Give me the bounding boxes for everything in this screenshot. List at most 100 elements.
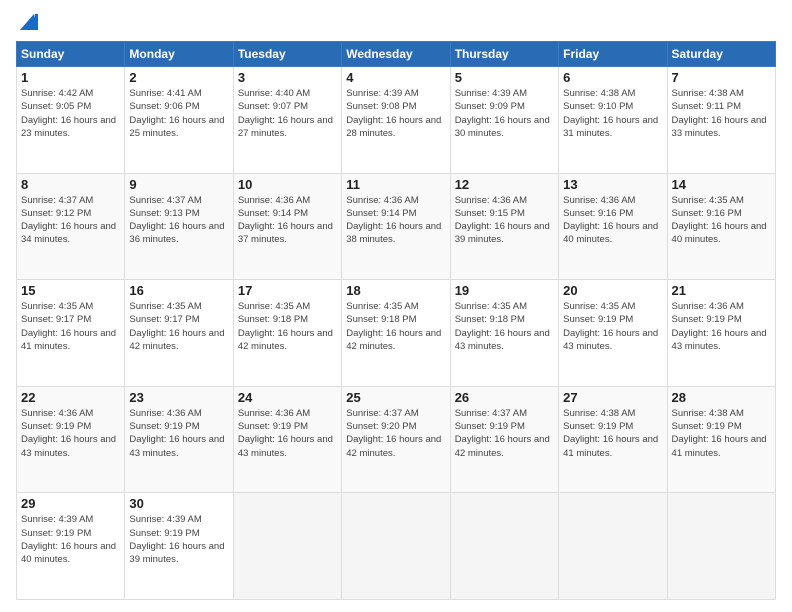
day-number: 23 bbox=[129, 390, 228, 405]
table-row: 18 Sunrise: 4:35 AM Sunset: 9:18 PM Dayl… bbox=[342, 280, 450, 387]
day-info: Sunrise: 4:36 AM Sunset: 9:19 PM Dayligh… bbox=[238, 407, 337, 460]
sunrise-label: Sunrise: 4:35 AM bbox=[21, 301, 93, 312]
sunset-label: Sunset: 9:15 PM bbox=[455, 208, 525, 219]
daylight-label: Daylight: 16 hours and 43 minutes. bbox=[21, 434, 116, 458]
day-number: 6 bbox=[563, 70, 662, 85]
day-info: Sunrise: 4:35 AM Sunset: 9:18 PM Dayligh… bbox=[455, 300, 554, 353]
sunset-label: Sunset: 9:20 PM bbox=[346, 421, 416, 432]
calendar-week-row: 1 Sunrise: 4:42 AM Sunset: 9:05 PM Dayli… bbox=[17, 67, 776, 174]
sunset-label: Sunset: 9:18 PM bbox=[346, 314, 416, 325]
day-info: Sunrise: 4:40 AM Sunset: 9:07 PM Dayligh… bbox=[238, 87, 337, 140]
sunset-label: Sunset: 9:19 PM bbox=[455, 421, 525, 432]
daylight-label: Daylight: 16 hours and 40 minutes. bbox=[21, 541, 116, 565]
daylight-label: Daylight: 16 hours and 25 minutes. bbox=[129, 115, 224, 139]
day-info: Sunrise: 4:38 AM Sunset: 9:19 PM Dayligh… bbox=[672, 407, 771, 460]
sunset-label: Sunset: 9:09 PM bbox=[455, 101, 525, 112]
sunrise-label: Sunrise: 4:36 AM bbox=[21, 408, 93, 419]
day-number: 11 bbox=[346, 177, 445, 192]
sunset-label: Sunset: 9:19 PM bbox=[672, 421, 742, 432]
day-info: Sunrise: 4:36 AM Sunset: 9:14 PM Dayligh… bbox=[346, 194, 445, 247]
sunrise-label: Sunrise: 4:35 AM bbox=[455, 301, 527, 312]
table-row: 23 Sunrise: 4:36 AM Sunset: 9:19 PM Dayl… bbox=[125, 386, 233, 493]
day-info: Sunrise: 4:42 AM Sunset: 9:05 PM Dayligh… bbox=[21, 87, 120, 140]
table-row: 30 Sunrise: 4:39 AM Sunset: 9:19 PM Dayl… bbox=[125, 493, 233, 600]
sunrise-label: Sunrise: 4:35 AM bbox=[238, 301, 310, 312]
daylight-label: Daylight: 16 hours and 39 minutes. bbox=[129, 541, 224, 565]
sunrise-label: Sunrise: 4:42 AM bbox=[21, 88, 93, 99]
calendar-table: Sunday Monday Tuesday Wednesday Thursday… bbox=[16, 41, 776, 600]
sunrise-label: Sunrise: 4:38 AM bbox=[563, 88, 635, 99]
sunset-label: Sunset: 9:19 PM bbox=[129, 421, 199, 432]
daylight-label: Daylight: 16 hours and 34 minutes. bbox=[21, 221, 116, 245]
day-number: 25 bbox=[346, 390, 445, 405]
day-info: Sunrise: 4:36 AM Sunset: 9:16 PM Dayligh… bbox=[563, 194, 662, 247]
sunset-label: Sunset: 9:16 PM bbox=[672, 208, 742, 219]
sunrise-label: Sunrise: 4:35 AM bbox=[346, 301, 418, 312]
sunset-label: Sunset: 9:19 PM bbox=[238, 421, 308, 432]
sunset-label: Sunset: 9:11 PM bbox=[672, 101, 742, 112]
sunrise-label: Sunrise: 4:36 AM bbox=[238, 195, 310, 206]
day-number: 2 bbox=[129, 70, 228, 85]
daylight-label: Daylight: 16 hours and 38 minutes. bbox=[346, 221, 441, 245]
sunset-label: Sunset: 9:07 PM bbox=[238, 101, 308, 112]
day-info: Sunrise: 4:35 AM Sunset: 9:17 PM Dayligh… bbox=[21, 300, 120, 353]
sunset-label: Sunset: 9:16 PM bbox=[563, 208, 633, 219]
day-info: Sunrise: 4:39 AM Sunset: 9:09 PM Dayligh… bbox=[455, 87, 554, 140]
day-number: 14 bbox=[672, 177, 771, 192]
daylight-label: Daylight: 16 hours and 41 minutes. bbox=[672, 434, 767, 458]
col-friday: Friday bbox=[559, 42, 667, 67]
daylight-label: Daylight: 16 hours and 42 minutes. bbox=[129, 328, 224, 352]
table-row: 19 Sunrise: 4:35 AM Sunset: 9:18 PM Dayl… bbox=[450, 280, 558, 387]
day-number: 15 bbox=[21, 283, 120, 298]
col-sunday: Sunday bbox=[17, 42, 125, 67]
day-number: 3 bbox=[238, 70, 337, 85]
day-number: 4 bbox=[346, 70, 445, 85]
daylight-label: Daylight: 16 hours and 43 minutes. bbox=[672, 328, 767, 352]
col-thursday: Thursday bbox=[450, 42, 558, 67]
sunrise-label: Sunrise: 4:38 AM bbox=[672, 408, 744, 419]
sunrise-label: Sunrise: 4:37 AM bbox=[346, 408, 418, 419]
sunrise-label: Sunrise: 4:36 AM bbox=[672, 301, 744, 312]
daylight-label: Daylight: 16 hours and 40 minutes. bbox=[563, 221, 658, 245]
daylight-label: Daylight: 16 hours and 43 minutes. bbox=[455, 328, 550, 352]
sunset-label: Sunset: 9:12 PM bbox=[21, 208, 91, 219]
day-number: 30 bbox=[129, 496, 228, 511]
table-row: 26 Sunrise: 4:37 AM Sunset: 9:19 PM Dayl… bbox=[450, 386, 558, 493]
daylight-label: Daylight: 16 hours and 42 minutes. bbox=[346, 434, 441, 458]
day-number: 10 bbox=[238, 177, 337, 192]
logo bbox=[16, 12, 38, 33]
sunrise-label: Sunrise: 4:36 AM bbox=[129, 408, 201, 419]
col-monday: Monday bbox=[125, 42, 233, 67]
sunrise-label: Sunrise: 4:36 AM bbox=[563, 195, 635, 206]
sunset-label: Sunset: 9:19 PM bbox=[129, 528, 199, 539]
day-number: 28 bbox=[672, 390, 771, 405]
day-number: 1 bbox=[21, 70, 120, 85]
table-row: 6 Sunrise: 4:38 AM Sunset: 9:10 PM Dayli… bbox=[559, 67, 667, 174]
daylight-label: Daylight: 16 hours and 30 minutes. bbox=[455, 115, 550, 139]
sunset-label: Sunset: 9:19 PM bbox=[21, 421, 91, 432]
table-row: 20 Sunrise: 4:35 AM Sunset: 9:19 PM Dayl… bbox=[559, 280, 667, 387]
day-number: 18 bbox=[346, 283, 445, 298]
sunrise-label: Sunrise: 4:37 AM bbox=[129, 195, 201, 206]
table-row: 10 Sunrise: 4:36 AM Sunset: 9:14 PM Dayl… bbox=[233, 173, 341, 280]
day-number: 24 bbox=[238, 390, 337, 405]
day-info: Sunrise: 4:36 AM Sunset: 9:19 PM Dayligh… bbox=[21, 407, 120, 460]
table-row: 22 Sunrise: 4:36 AM Sunset: 9:19 PM Dayl… bbox=[17, 386, 125, 493]
logo-icon bbox=[16, 12, 38, 32]
sunset-label: Sunset: 9:13 PM bbox=[129, 208, 199, 219]
table-row: 11 Sunrise: 4:36 AM Sunset: 9:14 PM Dayl… bbox=[342, 173, 450, 280]
daylight-label: Daylight: 16 hours and 41 minutes. bbox=[21, 328, 116, 352]
table-row: 24 Sunrise: 4:36 AM Sunset: 9:19 PM Dayl… bbox=[233, 386, 341, 493]
day-number: 12 bbox=[455, 177, 554, 192]
table-row: 13 Sunrise: 4:36 AM Sunset: 9:16 PM Dayl… bbox=[559, 173, 667, 280]
table-row bbox=[450, 493, 558, 600]
day-number: 26 bbox=[455, 390, 554, 405]
daylight-label: Daylight: 16 hours and 28 minutes. bbox=[346, 115, 441, 139]
col-tuesday: Tuesday bbox=[233, 42, 341, 67]
sunset-label: Sunset: 9:06 PM bbox=[129, 101, 199, 112]
calendar-week-row: 22 Sunrise: 4:36 AM Sunset: 9:19 PM Dayl… bbox=[17, 386, 776, 493]
table-row: 15 Sunrise: 4:35 AM Sunset: 9:17 PM Dayl… bbox=[17, 280, 125, 387]
day-number: 13 bbox=[563, 177, 662, 192]
day-info: Sunrise: 4:41 AM Sunset: 9:06 PM Dayligh… bbox=[129, 87, 228, 140]
daylight-label: Daylight: 16 hours and 31 minutes. bbox=[563, 115, 658, 139]
